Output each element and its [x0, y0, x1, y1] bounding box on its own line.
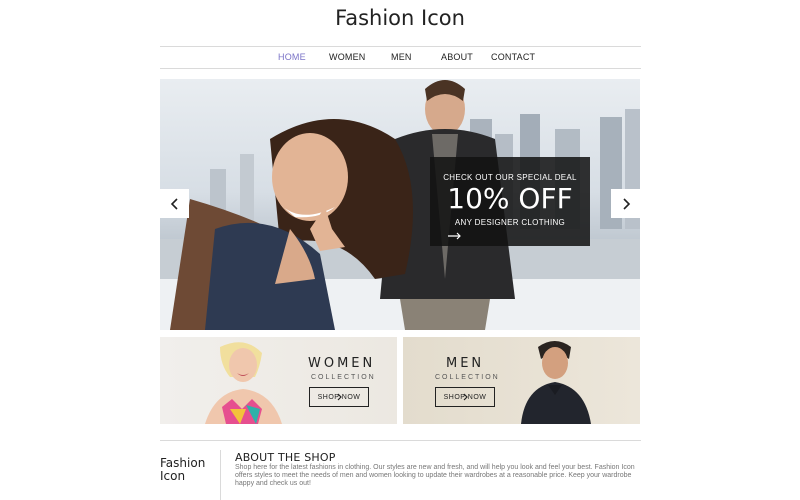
section-divider [160, 440, 641, 441]
deal-subcaption: ANY DESIGNER CLOTHING [454, 218, 566, 227]
men-shop-now-button[interactable]: SHOP NOW [435, 387, 495, 407]
women-shop-now-button[interactable]: SHOP NOW [309, 387, 369, 407]
deal-headline: 10% OFF [447, 182, 573, 215]
men-model-image [521, 341, 591, 424]
nav-item-men[interactable]: MEN [391, 52, 412, 62]
footer-divider [220, 450, 221, 500]
footer-logo[interactable]: Fashion Icon [160, 457, 220, 483]
chevron-right-icon [463, 393, 468, 401]
arrow-right-icon[interactable] [448, 229, 462, 243]
main-nav: HOME WOMEN MEN ABOUT CONTACT [160, 46, 641, 69]
about-text: Shop here for the latest fashions in clo… [235, 464, 635, 487]
men-collection-title: MEN [446, 356, 485, 371]
chevron-right-icon [337, 393, 342, 401]
chevron-right-icon [622, 197, 630, 210]
nav-item-about[interactable]: ABOUT [441, 52, 473, 62]
women-collection-card[interactable]: WOMEN COLLECTION SHOP NOW [160, 337, 397, 424]
site-title: Fashion Icon [335, 6, 465, 30]
deal-caption: CHECK OUT OUR SPECIAL DEAL [443, 173, 577, 182]
special-deal-overlay: CHECK OUT OUR SPECIAL DEAL 10% OFF ANY D… [430, 157, 590, 246]
men-collection-subtitle: COLLECTION [435, 374, 500, 381]
hero-slider[interactable]: CHECK OUT OUR SPECIAL DEAL 10% OFF ANY D… [160, 79, 640, 330]
chevron-left-icon [170, 197, 178, 210]
women-collection-title: WOMEN [308, 356, 376, 371]
slider-prev-button[interactable] [160, 189, 189, 218]
footer-logo-line2: Icon [160, 469, 186, 483]
slider-next-button[interactable] [611, 189, 640, 218]
about-title: ABOUT THE SHOP [235, 451, 336, 464]
nav-item-women[interactable]: WOMEN [329, 52, 366, 62]
nav-item-contact[interactable]: CONTACT [491, 52, 535, 62]
women-collection-subtitle: COLLECTION [311, 374, 376, 381]
women-model-image [205, 342, 282, 424]
nav-item-home[interactable]: HOME [278, 52, 306, 62]
men-collection-card[interactable]: MEN COLLECTION SHOP NOW [403, 337, 640, 424]
